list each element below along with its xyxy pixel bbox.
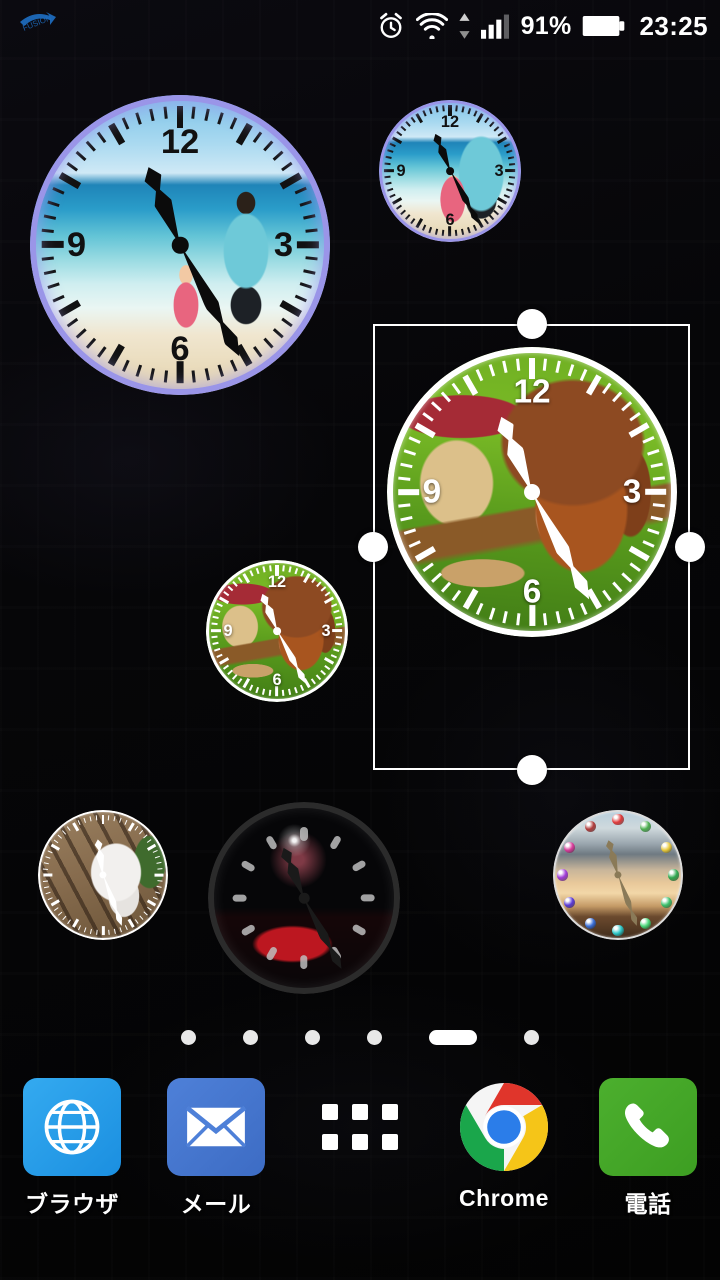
- resize-handle-top-center[interactable]: [516, 309, 547, 339]
- app-drawer-tile[interactable]: [311, 1078, 409, 1176]
- dock-item-app-drawer[interactable]: [288, 1078, 432, 1185]
- squirrel-photo-clock-large-selected[interactable]: 12 3 6 9: [387, 347, 677, 637]
- browser-app-tile[interactable]: [23, 1078, 121, 1176]
- page-dot-1[interactable]: [181, 1029, 196, 1045]
- dock: ブラウザ メール Chrome 電話: [0, 1078, 720, 1238]
- fusion-arrow-logo-icon: FUSION: [20, 12, 56, 33]
- envelope-icon: [185, 1105, 247, 1148]
- apps-grid-icon: [322, 1104, 398, 1150]
- clock-rim: [206, 560, 348, 702]
- battery-percentage-label: 91%: [520, 11, 572, 40]
- beach-photo-clock-large[interactable]: 12 3 6 9: [30, 95, 330, 395]
- phone-handset-icon: [624, 1103, 669, 1148]
- page-dot-6[interactable]: [524, 1029, 539, 1045]
- clock-rim: [387, 347, 677, 637]
- clock-rim: [208, 802, 400, 994]
- wifi-icon: [415, 13, 448, 39]
- beach-photo-clock-small[interactable]: 12 3 6 9: [379, 100, 521, 242]
- dock-label-mail: メール: [180, 1191, 252, 1217]
- resize-handle-right-middle[interactable]: [675, 532, 705, 562]
- dock-item-mail[interactable]: メール: [144, 1078, 288, 1219]
- alarm-clock-icon: [379, 12, 402, 38]
- battery-full-icon: [582, 15, 624, 37]
- page-dot-2[interactable]: [243, 1029, 258, 1045]
- dock-label-phone: 電話: [624, 1191, 672, 1217]
- page-dot-3[interactable]: [305, 1029, 320, 1045]
- resize-handle-bottom-center[interactable]: [516, 755, 547, 785]
- cellular-signal-icon: [480, 14, 509, 39]
- page-indicator[interactable]: [0, 1022, 720, 1052]
- data-transfer-arrows-icon: [458, 13, 470, 39]
- dock-item-browser[interactable]: ブラウザ: [0, 1078, 144, 1219]
- dock-label-browser: ブラウザ: [25, 1191, 119, 1217]
- fireworks-photo-clock[interactable]: [208, 802, 400, 994]
- puppy-photo-clock[interactable]: [38, 810, 168, 940]
- dock-item-phone[interactable]: 電話: [576, 1078, 720, 1219]
- status-bar-clock: 23:25: [639, 11, 708, 41]
- clock-rim: [553, 810, 683, 940]
- chrome-app-tile[interactable]: [455, 1078, 553, 1176]
- mail-app-tile[interactable]: [167, 1078, 265, 1176]
- squirrel-photo-clock-small[interactable]: 12 3 6 9: [206, 560, 348, 702]
- dock-label-chrome: Chrome: [459, 1185, 549, 1211]
- resize-handle-left-middle[interactable]: [358, 532, 388, 562]
- phone-app-tile[interactable]: [599, 1078, 697, 1176]
- globe-icon: [44, 1099, 100, 1155]
- page-dot-5[interactable]: [429, 1029, 477, 1045]
- clock-rim: [379, 100, 521, 242]
- clock-rim: [38, 810, 168, 940]
- status-bar[interactable]: FUSION 91% 23:25: [0, 0, 720, 52]
- dock-item-chrome[interactable]: Chrome: [432, 1078, 576, 1212]
- page-dot-4[interactable]: [367, 1029, 382, 1045]
- clock-rim: [30, 95, 330, 395]
- sunset-landscape-clock[interactable]: [553, 810, 683, 940]
- chrome-icon: [460, 1083, 548, 1171]
